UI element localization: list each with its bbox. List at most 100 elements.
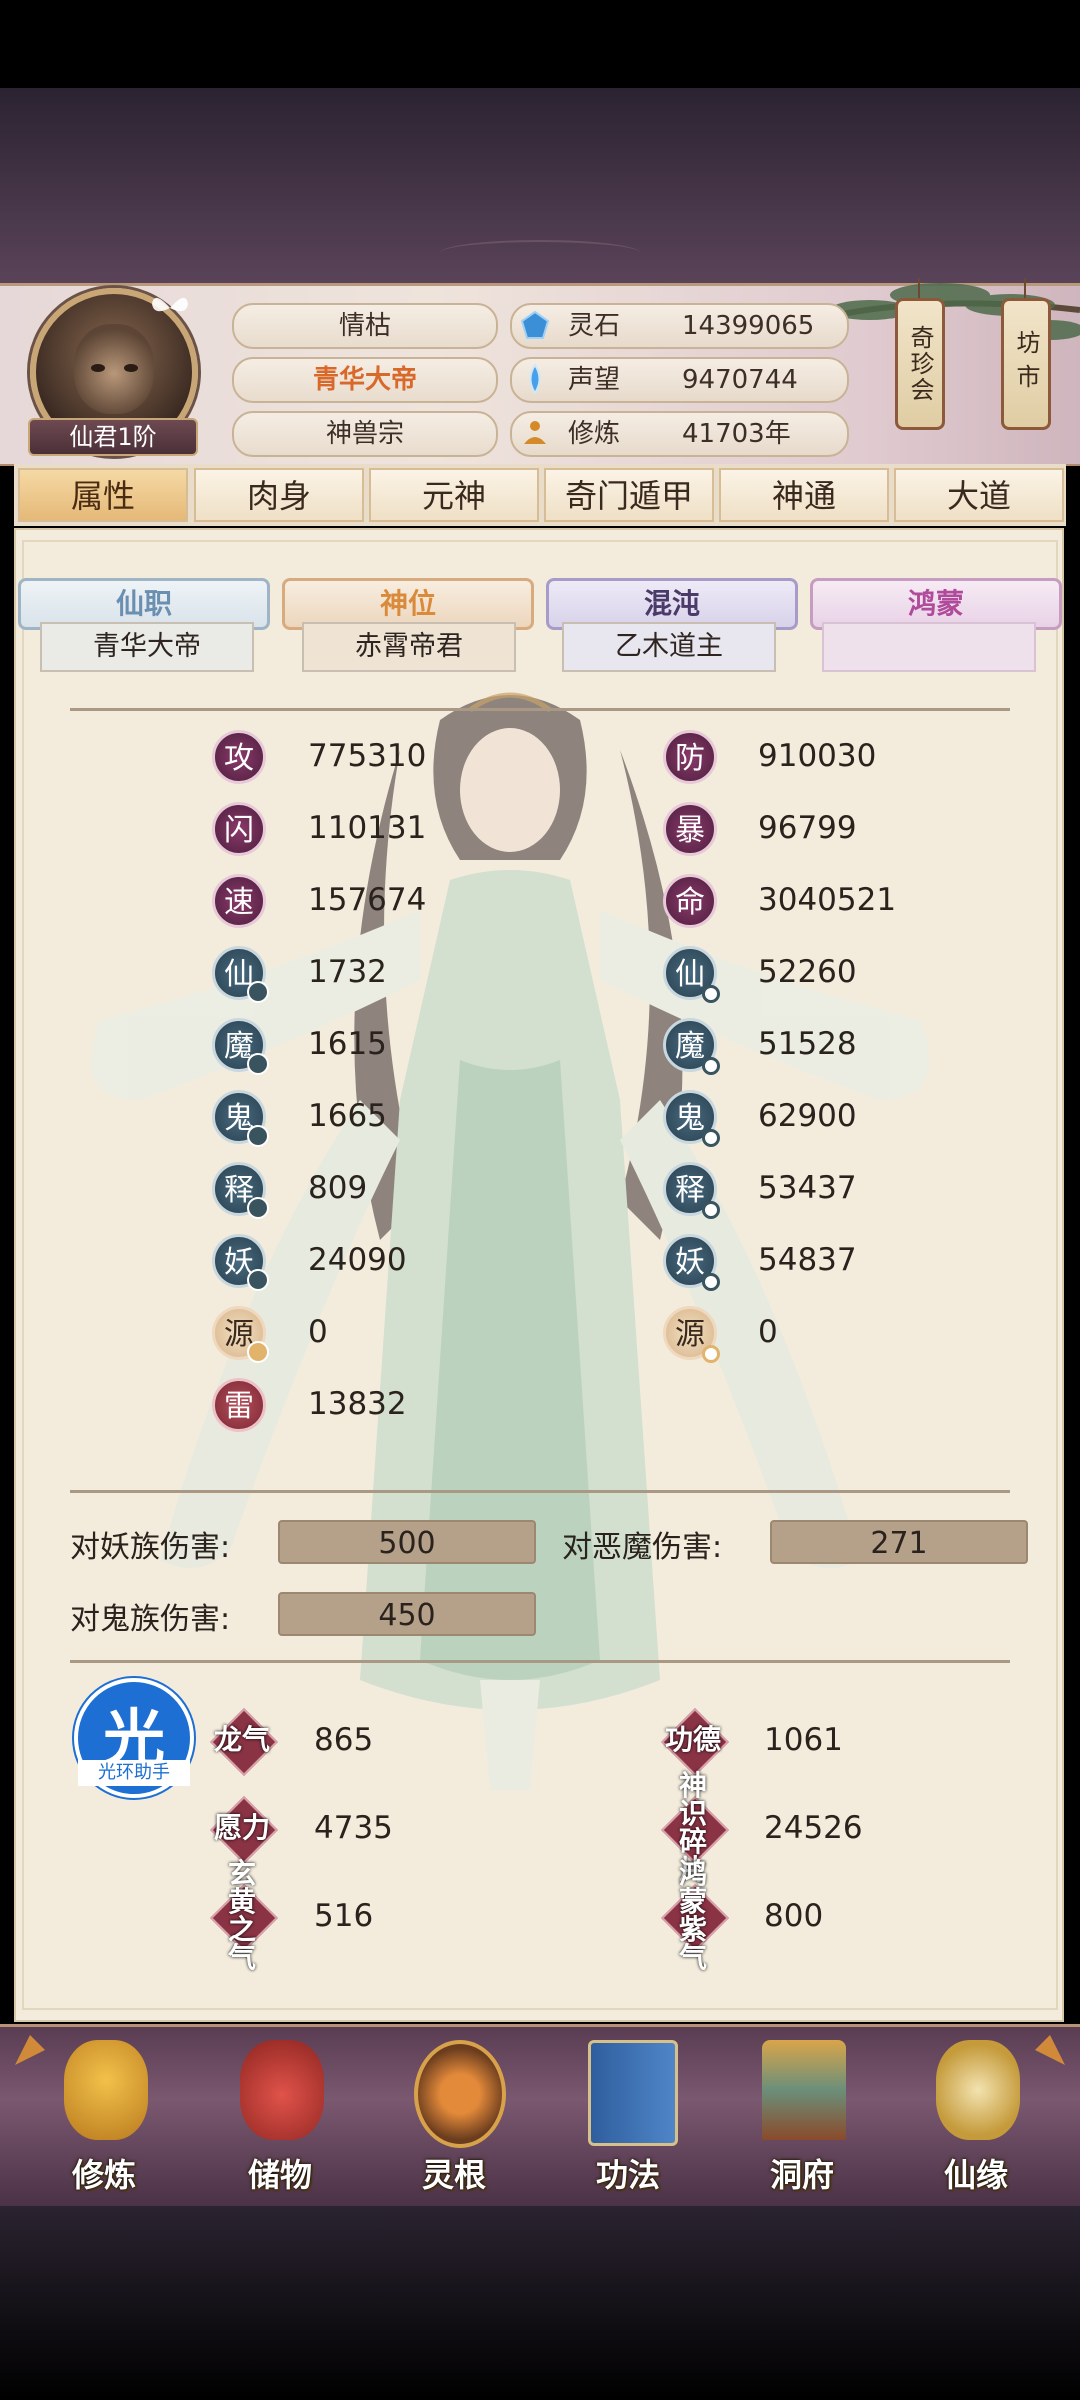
dragon-qi-icon: 龙气 (210, 1708, 278, 1776)
nav-cultivate[interactable]: 修炼 (34, 2040, 174, 2200)
xuanhuang-qi-icon: 玄黄之气 (210, 1860, 278, 1972)
damage-value-ghost: 450 (278, 1592, 536, 1636)
stat-value-demon-def: 51528 (758, 1026, 857, 1062)
status-bar-area (0, 0, 1080, 88)
stat-value-defense: 910030 (758, 738, 877, 774)
nav-fate[interactable]: 仙缘 (906, 2040, 1046, 2200)
stat-icon-speed: 速 (212, 874, 266, 928)
stat-ghost-def: 鬼 (663, 1090, 720, 1147)
stat-value-origin-def: 0 (758, 1314, 778, 1350)
stat-icon-thunder: 雷 (212, 1378, 266, 1432)
stat-buddha-def: 释 (663, 1162, 720, 1219)
stat-icon-immortal-def-label: 仙 (675, 957, 705, 992)
defense-type-badge (702, 1129, 720, 1147)
stat-icon-ghost-def: 鬼 (663, 1090, 720, 1147)
stat-icon-buddha-def: 释 (663, 1162, 720, 1219)
nav-cave[interactable]: 洞府 (732, 2040, 872, 2200)
technique-book-icon (588, 2040, 678, 2146)
stat-value-buddha-def: 53437 (758, 1170, 857, 1206)
nav-spirit-root-label: 灵根 (421, 2156, 486, 2194)
tab-attributes[interactable]: 属性 (18, 468, 188, 522)
nav-storage-label: 储物 (247, 2156, 312, 2194)
stat-ghost-atk: 鬼 (212, 1090, 269, 1147)
stat-icon-attack: 攻 (212, 730, 266, 784)
treasure-fair-label: 奇珍会 (906, 325, 934, 403)
defense-type-badge (702, 1057, 720, 1075)
stat-value-demon-atk: 1615 (308, 1026, 387, 1062)
attack-type-badge (247, 1197, 269, 1219)
rank-value-immortal-post: 青华大帝 (40, 622, 254, 672)
stat-value-ghost-def: 62900 (758, 1098, 857, 1134)
hongmeng-qi-label: 鸿蒙紫气 (678, 1860, 707, 1972)
hongmeng-qi-icon: 鸿蒙紫气 (661, 1860, 729, 1972)
cloud-ornament (440, 240, 640, 266)
stat-value-speed: 157674 (308, 882, 427, 918)
cultivate-icon (64, 2040, 148, 2140)
butterfly-icon (152, 297, 188, 312)
tab-qimen[interactable]: 奇门遁甲 (544, 468, 714, 522)
resource-cultivation: 修炼 41703年 (510, 411, 849, 457)
dragon-qi-value: 865 (314, 1722, 374, 1758)
player-sect: 神兽宗 (232, 411, 498, 457)
stat-immortal-def: 仙 (663, 946, 720, 1003)
stat-monster-atk: 妖 (212, 1234, 269, 1291)
tab-divine-arts[interactable]: 神通 (719, 468, 889, 522)
stat-value-dodge: 110131 (308, 810, 427, 846)
tab-body[interactable]: 肉身 (194, 468, 364, 522)
halo-assistant-label: 光环助手 (78, 1760, 190, 1786)
resource-label: 声望 (568, 365, 621, 395)
meditation-icon (524, 421, 546, 444)
defense-type-badge (702, 985, 720, 1003)
nav-spirit-root[interactable]: 灵根 (384, 2040, 524, 2200)
stat-icon-monster-def: 妖 (663, 1234, 720, 1291)
nav-cave-label: 洞府 (769, 2156, 834, 2194)
storage-bag-icon (240, 2040, 324, 2140)
stat-icon-immortal-def: 仙 (663, 946, 720, 1003)
reputation-crystal-icon (529, 364, 541, 394)
damage-label-ghost: 对鬼族伤害: (70, 1602, 231, 1637)
nav-storage[interactable]: 储物 (210, 2040, 350, 2200)
resource-value: 41703年 (682, 419, 791, 449)
bottom-backdrop (0, 2206, 1080, 2400)
player-title: 青华大帝 (232, 357, 498, 403)
tab-spirit[interactable]: 元神 (369, 468, 539, 522)
stat-value-immortal-atk: 1732 (308, 954, 387, 990)
immortal-fate-icon (936, 2040, 1020, 2140)
damage-value-demon: 271 (770, 1520, 1028, 1564)
cave-mansion-icon (762, 2040, 846, 2140)
stat-value-monster-atk: 24090 (308, 1242, 407, 1278)
soul-shard-value: 24526 (764, 1810, 863, 1846)
defense-type-badge (702, 1273, 720, 1291)
stat-icon-buddha-atk: 释 (212, 1162, 269, 1219)
divider (70, 708, 1010, 711)
stat-value-buddha-atk: 809 (308, 1170, 368, 1206)
nav-techniques[interactable]: 功法 (558, 2040, 698, 2200)
stat-value-crit: 96799 (758, 810, 857, 846)
will-power-value: 4735 (314, 1810, 393, 1846)
damage-label-monster: 对妖族伤害: (70, 1530, 231, 1565)
spirit-root-icon (414, 2040, 506, 2148)
stat-value-thunder: 13832 (308, 1386, 407, 1422)
market-button[interactable]: 坊市 (1001, 298, 1051, 430)
nav-fate-label: 仙缘 (943, 2156, 1008, 2194)
stat-immortal-atk: 仙 (212, 946, 269, 1003)
defense-type-badge (702, 1345, 720, 1363)
stat-buddha-atk: 释 (212, 1162, 269, 1219)
stat-value-origin-atk: 0 (308, 1314, 328, 1350)
tab-great-dao[interactable]: 大道 (894, 468, 1064, 522)
rank-value-hongmeng (822, 622, 1036, 672)
xuanhuang-qi-label: 玄黄之气 (227, 1860, 256, 1972)
attack-type-badge (247, 981, 269, 1003)
defense-type-badge (702, 1201, 720, 1219)
player-rank-badge: 仙君1阶 (28, 418, 198, 456)
nav-cultivate-label: 修炼 (71, 2156, 136, 2194)
resource-label: 修炼 (568, 419, 621, 449)
will-power-label: 愿力 (213, 1811, 270, 1844)
treasure-fair-button[interactable]: 奇珍会 (895, 298, 945, 430)
halo-assistant-button[interactable]: 光 光环助手 (74, 1678, 194, 1798)
damage-value-monster: 500 (278, 1520, 536, 1564)
nav-techniques-label: 功法 (595, 2156, 660, 2194)
stat-demon-atk: 魔 (212, 1018, 269, 1075)
will-power-icon: 愿力 (210, 1796, 278, 1864)
player-name: 情枯 (232, 303, 498, 349)
